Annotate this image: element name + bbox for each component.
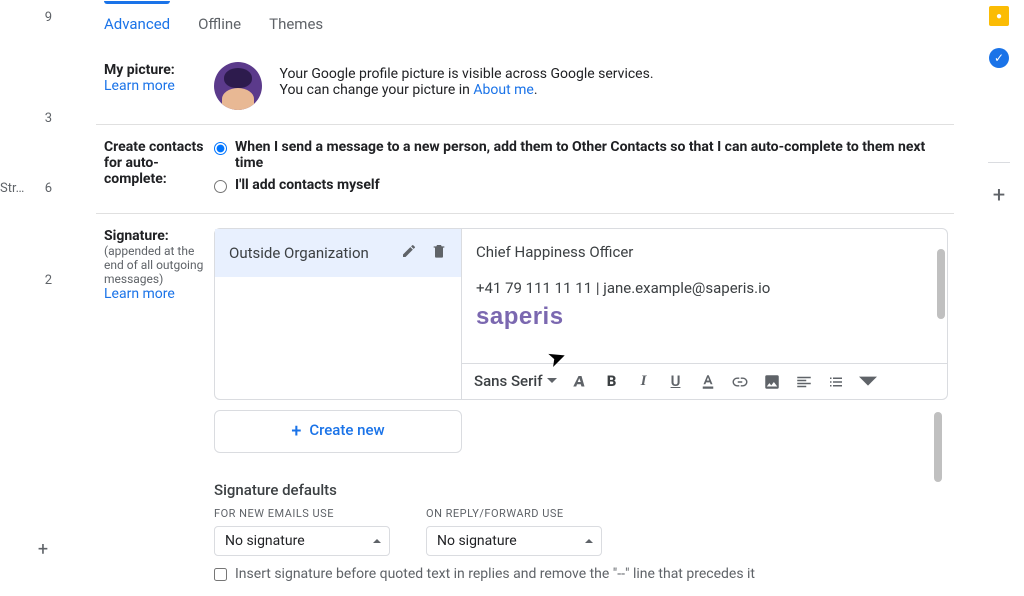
underline-button[interactable]: U: [667, 372, 685, 390]
right-side-panel: ● ✓ +: [974, 0, 1024, 576]
section-label: My picture: Learn more: [104, 62, 214, 110]
italic-button[interactable]: I: [635, 373, 653, 390]
left-sidebar: 9 3 Str… 6 2 +: [0, 0, 70, 576]
signature-toolbar: Sans Serif B I U: [462, 363, 947, 399]
sig-line-2: +41 79 111 11 11 | jane.example@saperis.…: [476, 279, 933, 297]
insert-before-quote-label: Insert signature before quoted text in r…: [235, 566, 755, 582]
gutter-count: 6: [45, 181, 52, 196]
section-auto-contacts: Create contacts for auto- complete: When…: [96, 125, 954, 214]
page-scrollbar[interactable]: [934, 412, 942, 482]
signature-editor-container: Outside Organization Chief H: [214, 228, 948, 400]
gutter-count: 3: [45, 111, 52, 126]
font-picker[interactable]: Sans Serif: [474, 372, 557, 390]
add-panel-icon[interactable]: +: [989, 185, 1009, 205]
section-my-picture: My picture: Learn more Your Google profi…: [96, 48, 954, 125]
bold-button[interactable]: B: [603, 372, 621, 390]
add-label-button[interactable]: +: [28, 534, 58, 564]
edit-icon[interactable]: [401, 243, 417, 263]
section-label: Signature: (appended at the end of all o…: [104, 228, 214, 582]
section-body: When I send a message to a new person, a…: [214, 139, 948, 199]
on-reply-select[interactable]: No signature: [426, 526, 602, 556]
section-body: Outside Organization Chief H: [214, 228, 948, 582]
link-button[interactable]: [731, 372, 749, 391]
panel-divider: [988, 162, 1010, 163]
section-label: Create contacts for auto- complete:: [104, 139, 214, 199]
signature-item[interactable]: Outside Organization: [215, 229, 461, 277]
tab-offline[interactable]: Offline: [198, 15, 241, 33]
list-button[interactable]: [827, 372, 845, 391]
gutter-count: 2: [45, 273, 52, 288]
create-new-signature-button[interactable]: +Create new: [214, 410, 462, 453]
signature-title: Signature:: [104, 228, 214, 244]
sig-logo: saperis: [476, 303, 933, 331]
on-reply-label: ON REPLY/FORWARD USE: [426, 507, 602, 520]
text-color-button[interactable]: [699, 372, 717, 391]
picture-desc-2: You can change your picture in About me.: [279, 82, 653, 98]
section-signature: Signature: (appended at the end of all o…: [96, 214, 954, 596]
insert-before-quote-checkbox[interactable]: [214, 568, 227, 581]
profile-avatar[interactable]: [214, 62, 262, 110]
manual-add-radio[interactable]: [214, 180, 227, 193]
tab-advanced[interactable]: Advanced: [104, 15, 170, 33]
align-button[interactable]: [795, 372, 813, 391]
signature-list: Outside Organization: [214, 228, 462, 400]
manual-add-label: I'll add contacts myself: [235, 177, 380, 193]
gutter-label: Str…: [0, 181, 24, 196]
image-button[interactable]: [763, 372, 781, 391]
section-body: Your Google profile picture is visible a…: [214, 62, 948, 110]
more-button[interactable]: [859, 372, 877, 391]
settings-main: Advanced Offline Themes My picture: Lear…: [96, 0, 954, 576]
editor-scrollbar[interactable]: [937, 249, 945, 319]
about-me-link[interactable]: About me: [473, 82, 533, 98]
signature-content[interactable]: Chief Happiness Officer +41 79 111 11 11…: [462, 229, 947, 363]
for-new-select[interactable]: No signature: [214, 526, 390, 556]
auto-add-radio[interactable]: [214, 142, 227, 155]
auto-add-label: When I send a message to a new person, a…: [235, 139, 948, 171]
signature-name: Outside Organization: [229, 244, 369, 262]
signature-defaults-title: Signature defaults: [214, 481, 948, 499]
settings-tabs: Advanced Offline Themes: [96, 0, 954, 48]
insert-before-quote-row: Insert signature before quoted text in r…: [214, 566, 948, 582]
my-picture-title: My picture:: [104, 62, 214, 78]
for-new-label: FOR NEW EMAILS USE: [214, 507, 390, 520]
tab-themes[interactable]: Themes: [269, 15, 323, 33]
signature-editor: Chief Happiness Officer +41 79 111 11 11…: [462, 228, 948, 400]
signature-defaults-row: FOR NEW EMAILS USE No signature ON REPLY…: [214, 507, 948, 556]
picture-desc-1: Your Google profile picture is visible a…: [279, 66, 653, 82]
tasks-icon[interactable]: ✓: [989, 48, 1009, 68]
gutter-count: 9: [45, 10, 52, 25]
plus-icon: +: [291, 421, 301, 442]
delete-icon[interactable]: [431, 243, 447, 263]
font-size-button[interactable]: [571, 372, 589, 391]
sig-line-1: Chief Happiness Officer: [476, 243, 933, 261]
learn-more-link[interactable]: Learn more: [104, 286, 214, 302]
learn-more-link[interactable]: Learn more: [104, 78, 214, 94]
keep-icon[interactable]: ●: [989, 6, 1009, 26]
